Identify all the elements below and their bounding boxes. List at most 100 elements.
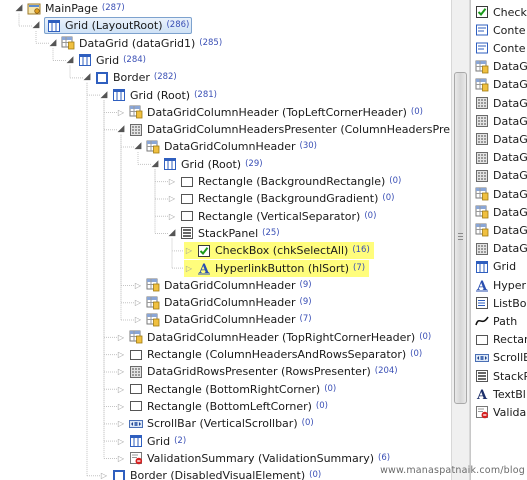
- collapsed-triangle-icon[interactable]: ▷: [167, 173, 177, 190]
- tree-node[interactable]: ▷ ValidationSummary (ValidationSummary) (6…: [116, 450, 390, 467]
- tree-node-label[interactable]: StackPanel (25): [180, 226, 280, 241]
- collapsed-triangle-icon[interactable]: ▷: [116, 433, 126, 450]
- collapsed-triangle-icon[interactable]: ▷: [116, 415, 126, 432]
- tree-node[interactable]: ▷ Rectangle (BottomRightCorner) (0): [116, 381, 336, 398]
- collapsed-triangle-icon[interactable]: ▷: [116, 329, 126, 346]
- tree-node-label[interactable]: ScrollBar (VerticalScrollbar) (0): [129, 416, 314, 431]
- type-list-item[interactable]: StackP: [475, 367, 527, 385]
- tree-node[interactable]: ▷ DataGridColumnHeader (9): [133, 294, 312, 311]
- tree-node-label[interactable]: DataGridColumnHeadersPresenter (ColumnHe…: [129, 122, 450, 137]
- scrollbar-thumb[interactable]: [454, 72, 467, 404]
- type-list-item[interactable]: DataG: [475, 221, 527, 239]
- tree-node-label[interactable]: DataGridColumnHeader (9): [146, 278, 312, 293]
- collapsed-triangle-icon[interactable]: ▷: [116, 398, 126, 415]
- tree-node-label[interactable]: Grid (Root) (281): [112, 88, 217, 103]
- collapsed-triangle-icon[interactable]: ▷: [133, 277, 143, 294]
- expanded-triangle-icon[interactable]: ◢: [99, 87, 109, 104]
- type-list-item[interactable]: Valida: [475, 403, 526, 421]
- collapsed-triangle-icon[interactable]: ▷: [184, 260, 194, 277]
- tree-node[interactable]: ▷ Rectangle (BackgroundRectangle) (0): [167, 173, 401, 190]
- tree-node[interactable]: ▷ Border (DisabledVisualElement) (0): [99, 467, 321, 480]
- expanded-triangle-icon[interactable]: ◢: [133, 138, 143, 155]
- tree-node-label[interactable]: ValidationSummary (ValidationSummary) (6): [129, 451, 390, 466]
- collapsed-triangle-icon[interactable]: ▷: [116, 363, 126, 380]
- tree-node-label[interactable]: Rectangle (BackgroundGradient) (0): [180, 191, 394, 206]
- type-list-item[interactable]: ScrollB: [475, 349, 527, 367]
- tree-node-label[interactable]: Rectangle (VerticalSeparator) (0): [180, 209, 376, 224]
- expanded-triangle-icon[interactable]: ◢: [150, 156, 160, 173]
- collapsed-triangle-icon[interactable]: ▷: [116, 450, 126, 467]
- type-list-item[interactable]: DataG: [475, 203, 527, 221]
- tree-node-label[interactable]: A HyperlinkButton (hlSort) (7): [197, 261, 365, 278]
- tree-node-label[interactable]: CheckBox (chkSelectAll) (16): [197, 243, 370, 258]
- tree-node[interactable]: ▷ Rectangle (BackgroundGradient) (0): [167, 190, 395, 207]
- tree-node-label[interactable]: Grid (284): [78, 53, 146, 68]
- expanded-triangle-icon[interactable]: ◢: [167, 225, 177, 242]
- collapsed-triangle-icon[interactable]: ▷: [184, 242, 194, 259]
- type-list-item[interactable]: DataG: [475, 149, 527, 167]
- tree-node-label[interactable]: Rectangle (BottomLeftCorner) (0): [129, 399, 328, 414]
- type-list-item[interactable]: A TextBl: [475, 385, 526, 404]
- tree-node[interactable]: ▷ CheckBox (chkSelectAll) (16): [184, 242, 374, 260]
- collapsed-triangle-icon[interactable]: ▷: [133, 311, 143, 328]
- type-list-item[interactable]: Rectar: [475, 331, 527, 349]
- tree-node[interactable]: ▷ ScrollBar (VerticalScrollbar) (0): [116, 415, 314, 432]
- collapsed-triangle-icon[interactable]: ▷: [116, 346, 126, 363]
- type-list-item[interactable]: DataG: [475, 240, 527, 258]
- tree-node-label[interactable]: DataGridColumnHeader (TopLeftCornerHeade…: [129, 105, 423, 120]
- expanded-triangle-icon[interactable]: ◢: [116, 121, 126, 138]
- tree-node-label[interactable]: Border (DisabledVisualElement) (0): [112, 468, 321, 480]
- expanded-triangle-icon[interactable]: ◢: [65, 52, 75, 69]
- type-list-item[interactable]: Grid: [475, 258, 516, 276]
- collapsed-triangle-icon[interactable]: ▷: [116, 381, 126, 398]
- expanded-triangle-icon[interactable]: ◢: [82, 69, 92, 86]
- tree-node[interactable]: ▷ A HyperlinkButton (hlSort) (7): [184, 259, 370, 278]
- tree-node-label[interactable]: MainPage (287): [27, 1, 125, 16]
- tree-node[interactable]: ▷ Grid (2): [116, 433, 186, 450]
- collapsed-triangle-icon[interactable]: ▷: [167, 208, 177, 225]
- type-list-item[interactable]: Conte: [475, 39, 525, 57]
- tree-node-label[interactable]: DataGridColumnHeader (9): [146, 295, 312, 310]
- collapsed-triangle-icon[interactable]: ▷: [133, 294, 143, 311]
- expanded-triangle-icon[interactable]: ◢: [48, 35, 58, 52]
- type-list-item[interactable]: DataG: [475, 76, 527, 94]
- type-list-item[interactable]: DataG: [475, 112, 527, 130]
- tree-node[interactable]: ▷ DataGridColumnHeader (9): [133, 277, 312, 294]
- tree-node[interactable]: ◢ Grid (284): [65, 52, 146, 69]
- tree-node-label[interactable]: Rectangle (BackgroundRectangle) (0): [180, 174, 401, 189]
- tree-node[interactable]: ▷ Rectangle (VerticalSeparator) (0): [167, 208, 376, 225]
- tree-node-label[interactable]: Rectangle (BottomRightCorner) (0): [129, 382, 336, 397]
- tree-node[interactable]: ▷ DataGridColumnHeader (TopLeftCornerHead…: [116, 104, 423, 121]
- type-list-item[interactable]: A Hyper: [475, 276, 526, 295]
- type-list-item[interactable]: Conte: [475, 21, 525, 39]
- tree-node-label[interactable]: Grid (Root) (29): [163, 157, 263, 172]
- tree-node[interactable]: ◢ StackPanel (25): [167, 225, 280, 242]
- collapsed-triangle-icon[interactable]: ▷: [99, 467, 109, 480]
- tree-node[interactable]: ◢ Border (282): [82, 69, 177, 86]
- type-list-item[interactable]: DataG: [475, 167, 527, 185]
- tree-node[interactable]: ◢ DataGridColumnHeader (30): [133, 138, 317, 155]
- type-list-item[interactable]: DataG: [475, 58, 527, 76]
- tree-node[interactable]: ◢ DataGridColumnHeadersPresenter (ColumnH…: [116, 121, 450, 138]
- tree-node-label[interactable]: Rectangle (ColumnHeadersAndRowsSeparator…: [129, 347, 422, 362]
- type-list-item[interactable]: Path: [475, 312, 517, 330]
- type-list-item[interactable]: ListBo: [475, 294, 527, 312]
- tree-node[interactable]: ▷ DataGridColumnHeader (TopRightCornerHea…: [116, 329, 431, 346]
- tree-node-label[interactable]: Grid (2): [129, 434, 186, 449]
- collapsed-triangle-icon[interactable]: ▷: [167, 190, 177, 207]
- tree-node-label[interactable]: Border (282): [95, 70, 177, 85]
- tree-node[interactable]: ◢ MainPage (287): [14, 0, 125, 17]
- tree-node-label[interactable]: DataGridColumnHeader (30): [146, 139, 317, 154]
- type-list-item[interactable]: CheckB: [475, 3, 527, 21]
- tree-node[interactable]: ▷ DataGridRowsPresenter (RowsPresenter) (2…: [116, 363, 398, 380]
- tree-node[interactable]: ◢ Grid (LayoutRoot) (286): [31, 17, 193, 35]
- tree-node[interactable]: ◢ Grid (Root) (29): [150, 156, 263, 173]
- collapsed-triangle-icon[interactable]: ▷: [116, 104, 126, 121]
- type-list-item[interactable]: DataG: [475, 130, 527, 148]
- tree-node-label[interactable]: DataGridColumnHeader (7): [146, 312, 312, 327]
- expanded-triangle-icon[interactable]: ◢: [14, 0, 24, 17]
- tree-node[interactable]: ▷ Rectangle (BottomLeftCorner) (0): [116, 398, 328, 415]
- tree-node[interactable]: ▷ DataGridColumnHeader (7): [133, 311, 312, 328]
- tree-node-label[interactable]: DataGridColumnHeader (TopRightCornerHead…: [129, 330, 431, 345]
- vertical-scrollbar[interactable]: [451, 0, 470, 480]
